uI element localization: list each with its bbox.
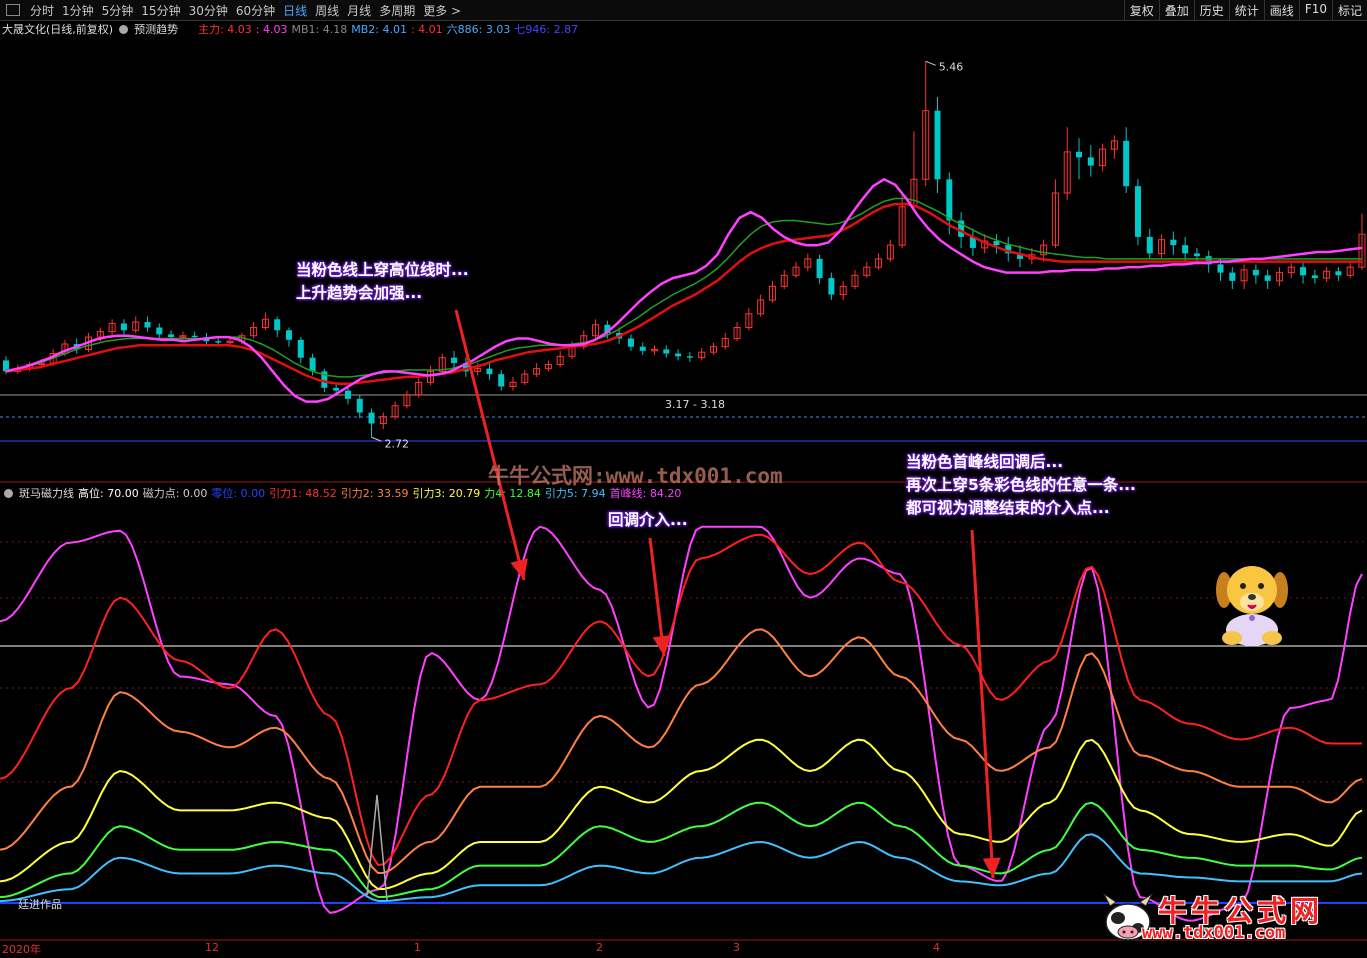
candle-body xyxy=(191,335,198,338)
author-label: 廷进作品 xyxy=(18,898,62,911)
watermark: 牛牛公式网:www.tdx001.com xyxy=(488,464,783,488)
x-axis-tick-label: 2020年 xyxy=(2,943,41,956)
candle-body xyxy=(1217,264,1224,273)
candle-body xyxy=(828,278,835,295)
candle-body xyxy=(1229,272,1236,281)
candle-body xyxy=(627,338,634,347)
annotation-line: 当粉色首峰线回调后... xyxy=(906,453,1064,471)
candle-body xyxy=(1076,151,1083,158)
oscillator-引力2 xyxy=(0,628,1363,875)
x-axis-tick-label: 1 xyxy=(414,941,421,954)
candle-body xyxy=(1252,269,1259,276)
high-price-label: 5.46 xyxy=(939,60,964,73)
candle-body xyxy=(1123,140,1130,187)
ma-pink-line xyxy=(5,177,1363,403)
candle-body xyxy=(1146,236,1153,254)
candle-body xyxy=(486,368,493,375)
candle-body xyxy=(285,330,292,340)
candle-body xyxy=(1335,271,1342,276)
annotation-line: 当粉色线上穿高位线时... xyxy=(296,261,469,279)
candle-body xyxy=(120,323,127,331)
candle-body xyxy=(498,374,505,387)
low-price-label: 2.72 xyxy=(385,437,410,450)
annotation-pullback: 回调介入... xyxy=(608,509,688,532)
ma-green-line xyxy=(5,197,1362,378)
candle-body xyxy=(168,334,175,338)
candle-body xyxy=(1087,157,1094,166)
candle-body xyxy=(1193,253,1200,257)
candle-body xyxy=(1170,239,1177,246)
candle-body xyxy=(663,349,670,354)
candle-body xyxy=(1300,267,1307,276)
arrow-pink-cross xyxy=(454,309,528,581)
annotation-line: 回调介入... xyxy=(608,511,688,529)
high-marker xyxy=(925,60,936,66)
candle-body xyxy=(686,356,693,358)
candle-body xyxy=(934,110,941,180)
arrow-entry-point xyxy=(970,529,1001,879)
candle-body xyxy=(156,327,163,335)
annotation-line: 再次上穿5条彩色线的任意一条... xyxy=(906,476,1136,494)
oscillator-引力3 xyxy=(0,738,1363,891)
x-axis: 2020年 12 1 2 3 4 xyxy=(0,940,1367,958)
candle-body xyxy=(1134,186,1141,237)
annotation-entry-point: 当粉色首峰线回调后... 再次上穿5条彩色线的任意一条... 都可视为调整结束的… xyxy=(906,451,1136,520)
candle-body xyxy=(356,398,363,413)
ma-red-line xyxy=(5,202,1362,385)
candle-body xyxy=(946,179,953,221)
candle-body xyxy=(1264,275,1271,281)
candle-body xyxy=(639,346,646,351)
candle-body xyxy=(816,258,823,279)
candle-body xyxy=(297,339,304,358)
x-axis-tick-label: 12 xyxy=(205,941,219,954)
x-axis-tick-label: 3 xyxy=(733,941,740,954)
candle-body xyxy=(451,357,458,364)
candle-body xyxy=(675,353,682,357)
oscillator-首峰线 xyxy=(0,525,1363,922)
candle-body xyxy=(274,319,281,331)
annotation-line: 都可视为调整结束的介入点... xyxy=(906,499,1110,517)
arrow-pullback xyxy=(648,537,671,657)
candle-body xyxy=(309,357,316,372)
x-axis-tick-label: 4 xyxy=(933,941,940,954)
range-label: 3.17 - 3.18 xyxy=(665,398,725,411)
puppy-mascot-icon xyxy=(1216,566,1288,646)
candle-body xyxy=(368,412,375,424)
candle-body xyxy=(144,322,151,328)
annotation-pink-cross: 当粉色线上穿高位线时... 上升趋势会加强... xyxy=(296,259,469,305)
site-logo: 牛牛公式网 www.tdx001.com xyxy=(1098,888,1354,948)
candle-body xyxy=(215,341,222,343)
candle-body xyxy=(1311,275,1318,279)
x-axis-tick-label: 2 xyxy=(596,941,603,954)
candle-body xyxy=(344,390,351,399)
candle-body xyxy=(1182,245,1189,254)
annotation-line: 上升趋势会加强... xyxy=(296,284,423,302)
candle-body xyxy=(333,387,340,391)
